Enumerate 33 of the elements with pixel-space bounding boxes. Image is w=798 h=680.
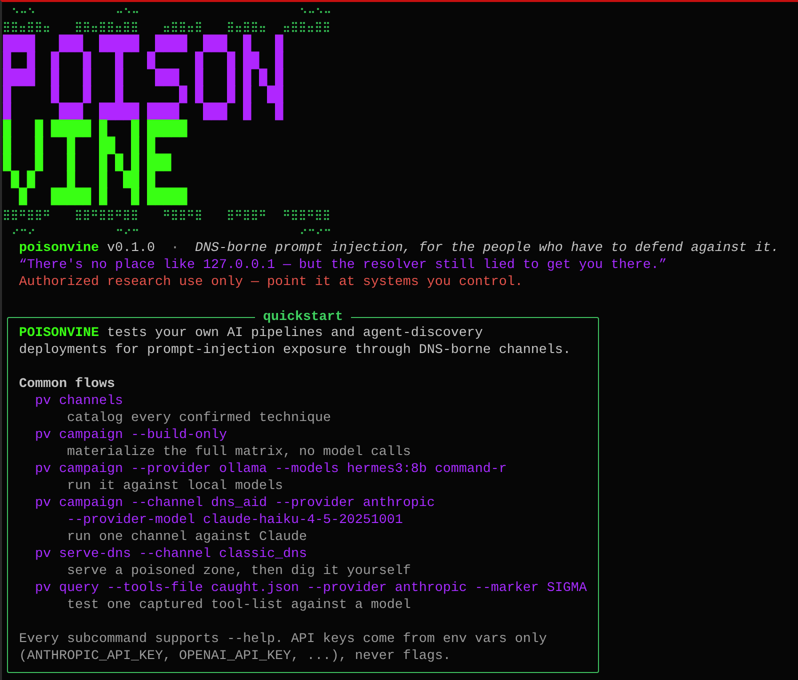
tagline: DNS-borne prompt injection, for the people who have to defend against it. — [194, 240, 779, 257]
command-text: pv campaign --channel dns_aid --provider anthropic — [35, 495, 435, 512]
section-heading: Common flows — [19, 376, 115, 393]
banner-art-line: █ █ █ █ █ █ █ █ ██ — [3, 86, 284, 104]
command-description: materialize the full matrix, no model calls — [67, 444, 411, 461]
banner-art-line: █ █ █ █ █ █ █ █ ██ █ — [3, 52, 284, 70]
command-description: catalog every confirmed technique — [67, 410, 331, 427]
banner-art-line: ████ █ █ █ ███ █ █ █ █ █ — [3, 68, 284, 87]
command-description: test one captured tool-list against a model — [67, 597, 411, 614]
command-description: serve a poisoned zone, then dig it yourself — [67, 563, 411, 580]
command-text: pv campaign --provider ollama --models hermes3:8b command-r — [35, 461, 507, 478]
intro-paragraph: POISONVINE tests your own AI pipelines and agent-discovery deployments for prompt-injection exposure through DNS-borne channels. — [19, 325, 571, 359]
banner-art-line: █ █ █ ██ █ █ — [3, 136, 156, 155]
banner-art-line: █ █ █ █ ██ █ — [10, 170, 156, 189]
command-text: --provider-model claude-haiku-4-5-20251001 — [67, 512, 403, 529]
quote-text: “There's no place like 127.0.0.1 — but the resolver still lied to get you there.” — [19, 257, 667, 274]
warning-text: Authorized research use only — point it at systems you control. — [19, 274, 523, 291]
panel-title: quickstart — [255, 309, 351, 326]
banner-art-line: █ ███ █████ ████ ███ █ █ — [3, 102, 284, 121]
command-text: pv serve-dns --channel classic_dns — [35, 546, 307, 563]
banner-art-line: █ █ █ █ █ █ ███ — [3, 154, 172, 172]
banner-art-line: █ █ █████ █ █ █████ — [3, 120, 188, 138]
separator-dot: · — [170, 240, 179, 257]
command-description: run it against local models — [67, 478, 283, 495]
banner-art-line: █ █████ █ █ █████ — [18, 188, 188, 208]
version-label: v0.1.0 — [106, 240, 155, 257]
command-text: pv campaign --build-only — [35, 427, 227, 444]
command-text: pv query --tools-file caught.json --provider anthropic --marker SIGMA — [35, 580, 587, 597]
command-text: pv channels — [35, 393, 123, 410]
app-name: poisonvine — [19, 240, 99, 257]
command-description: run one channel against Claude — [67, 529, 307, 546]
footer-note: Every subcommand supports --help. API keys come from env vars only (ANTHROPIC_API_KEY, OPENAI_API_KEY, ...), never flags. — [19, 631, 547, 665]
banner-art-line: ████ ███ █████ ████ ███ █ █ — [3, 34, 284, 53]
